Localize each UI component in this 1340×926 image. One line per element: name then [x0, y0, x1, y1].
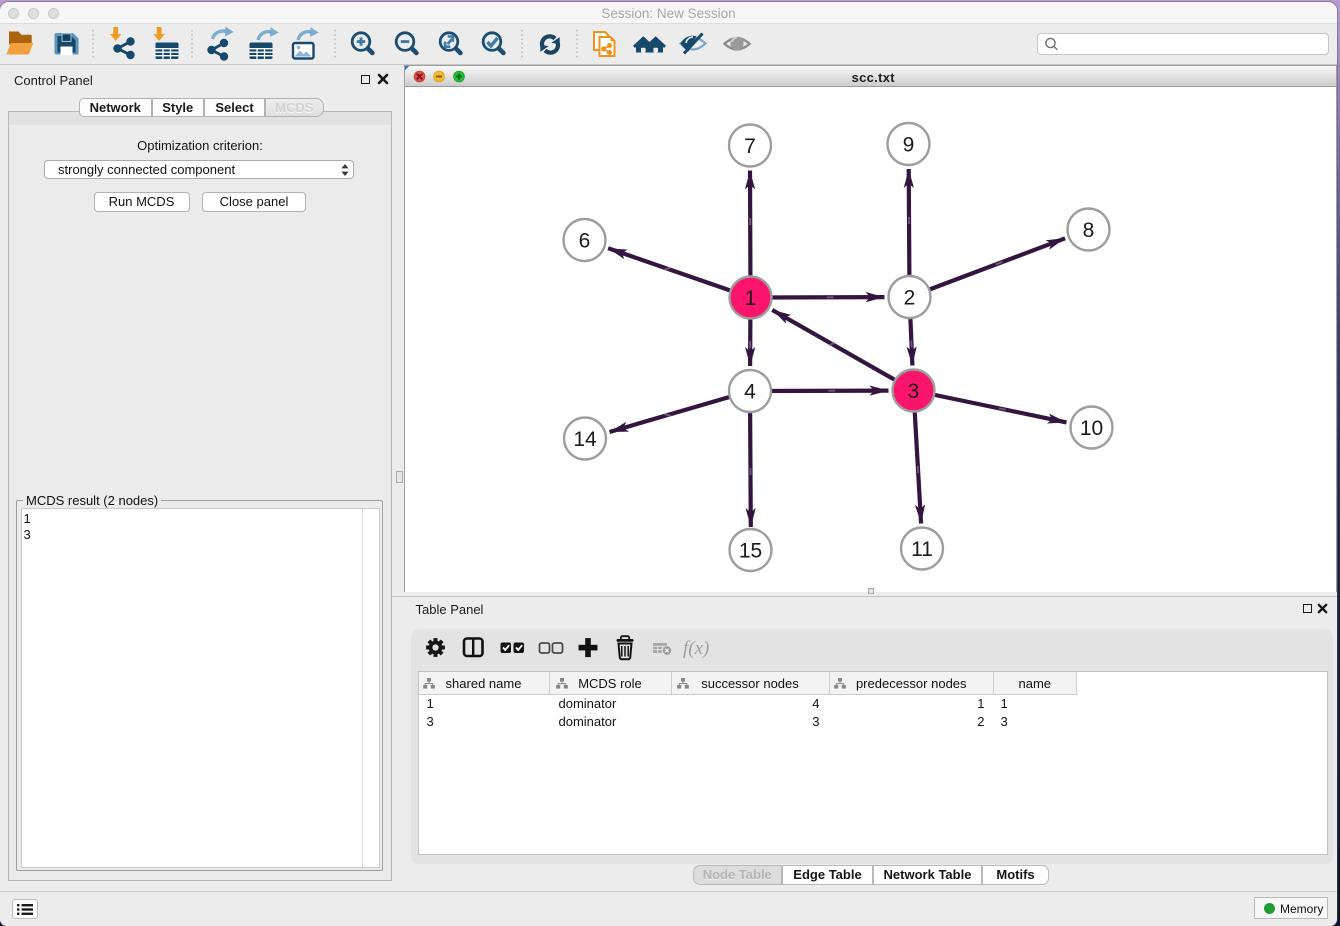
svg-text:10: 10 — [1080, 417, 1103, 440]
svg-text:1: 1 — [745, 287, 757, 310]
svg-text:9: 9 — [903, 134, 915, 157]
svg-text:2: 2 — [904, 287, 916, 310]
svg-text:6: 6 — [579, 230, 591, 253]
svg-text:4: 4 — [744, 381, 756, 404]
svg-text:7: 7 — [744, 135, 756, 158]
svg-text:15: 15 — [739, 540, 762, 563]
svg-text:f(x): f(x) — [683, 638, 709, 659]
svg-text:3: 3 — [908, 380, 920, 403]
svg-text:14: 14 — [573, 428, 597, 451]
svg-text:11: 11 — [911, 538, 933, 561]
svg-text:8: 8 — [1083, 219, 1095, 242]
